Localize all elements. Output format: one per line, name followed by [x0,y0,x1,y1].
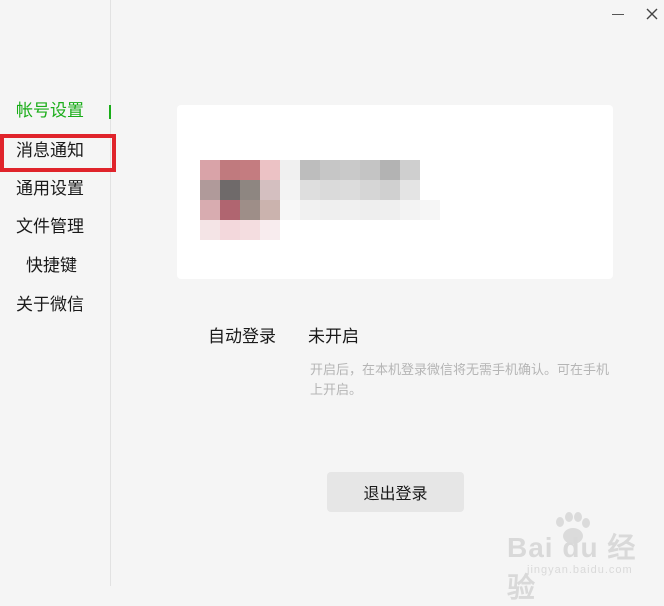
sidebar: 帐号设置 消息通知 通用设置 文件管理 快捷键 关于微信 [0,0,111,586]
avatar [200,160,280,240]
active-indicator [109,105,111,119]
highlight-box [0,134,116,172]
sidebar-item-about[interactable]: 关于微信 [0,290,126,320]
auto-login-label: 自动登录 [208,327,276,347]
sidebar-item-account-settings[interactable]: 帐号设置 [0,96,126,126]
blurred-account-name [280,160,440,220]
auto-login-hint: 开启后，在本机登录微信将无需手机确认。可在手机上开启。 [310,363,610,398]
watermark: Bai du 经验 jingyan.baidu.com [507,512,657,603]
auto-login-status: 未开启 [308,327,359,347]
sidebar-item-general-settings[interactable]: 通用设置 [0,174,126,204]
minimize-button[interactable] [606,2,630,26]
close-button[interactable] [640,2,664,26]
sidebar-item-file-management[interactable]: 文件管理 [0,212,126,242]
sidebar-item-shortcuts[interactable]: 快捷键 [0,251,136,281]
profile-card [177,105,613,279]
logout-button[interactable]: 退出登录 [327,472,464,512]
close-icon [646,8,658,20]
watermark-url: jingyan.baidu.com [527,564,633,576]
minimize-icon [612,13,624,15]
